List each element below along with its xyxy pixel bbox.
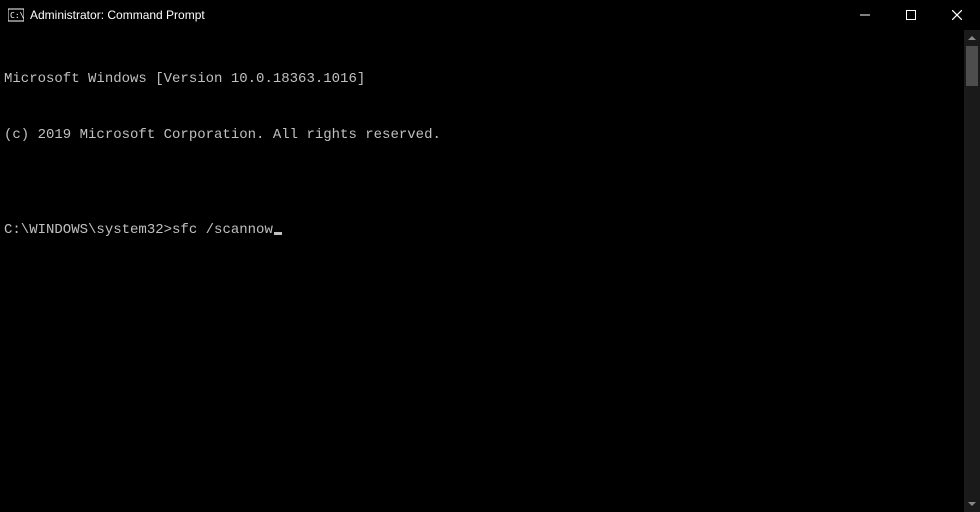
command-prompt-window: C:\ Administrator: Command Prompt Micros… <box>0 0 980 512</box>
scroll-down-arrow[interactable] <box>964 496 980 512</box>
maximize-button[interactable] <box>888 0 934 30</box>
scroll-thumb[interactable] <box>966 46 978 86</box>
titlebar[interactable]: C:\ Administrator: Command Prompt <box>0 0 980 30</box>
prompt-path: C:\WINDOWS\system32> <box>4 221 172 240</box>
svg-text:C:\: C:\ <box>10 11 24 20</box>
minimize-button[interactable] <box>842 0 888 30</box>
version-line: Microsoft Windows [Version 10.0.18363.10… <box>4 70 960 89</box>
content-area: Microsoft Windows [Version 10.0.18363.10… <box>0 30 980 512</box>
terminal-output[interactable]: Microsoft Windows [Version 10.0.18363.10… <box>0 30 964 512</box>
window-controls <box>842 0 980 30</box>
text-cursor <box>274 232 282 235</box>
prompt-line: C:\WINDOWS\system32>sfc /scannow <box>4 221 960 240</box>
scroll-up-arrow[interactable] <box>964 30 980 46</box>
scroll-track[interactable] <box>964 46 980 496</box>
copyright-line: (c) 2019 Microsoft Corporation. All righ… <box>4 126 960 145</box>
typed-command: sfc /scannow <box>172 221 273 240</box>
close-button[interactable] <box>934 0 980 30</box>
cmd-icon: C:\ <box>8 7 24 23</box>
vertical-scrollbar[interactable] <box>964 30 980 512</box>
window-title: Administrator: Command Prompt <box>30 8 205 22</box>
